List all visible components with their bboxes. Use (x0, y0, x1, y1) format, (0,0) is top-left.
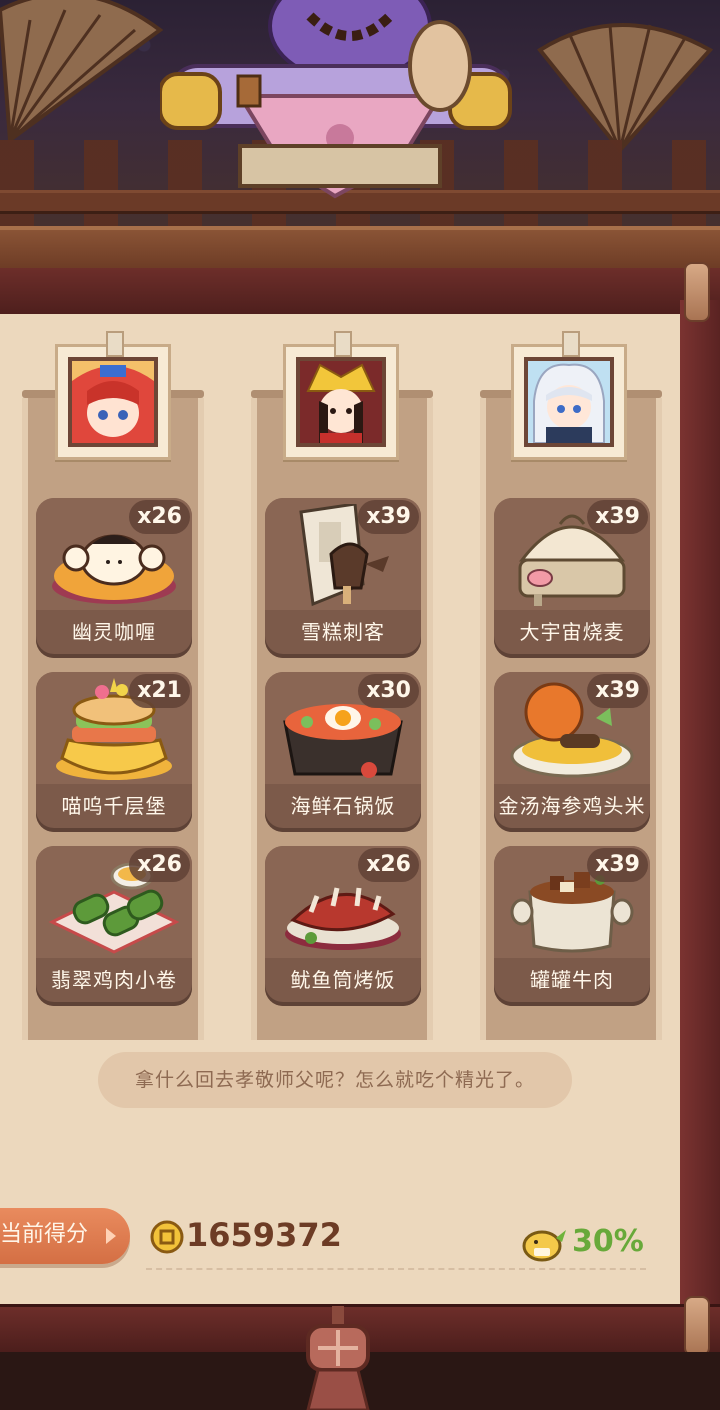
score-label: 当前得分 (0, 1222, 89, 1247)
dish-name: 金汤海参鸡头米 (498, 794, 646, 818)
dish-count-badge: x39 (587, 674, 648, 708)
scroll-knob-bottom (684, 1296, 710, 1356)
dish-card[interactable]: x39 雪糕刺客 (265, 498, 421, 658)
paper-fan-left-icon (0, 0, 164, 144)
scroll-knob-top (684, 262, 710, 322)
score-value: 1659372 (186, 1216, 342, 1254)
chinese-knot-icon (306, 1306, 370, 1410)
dish-card[interactable]: x26 鱿鱼筒烤饭 (265, 846, 421, 1006)
dashed-divider (146, 1268, 646, 1270)
dish-card[interactable]: x39 大宇宙烧麦 (494, 498, 650, 658)
gold-coin-icon (150, 1220, 184, 1254)
dish-name: 雪糕刺客 (301, 620, 385, 644)
scroll-right-edge (680, 300, 720, 1310)
portrait-frame-1[interactable] (55, 331, 171, 460)
bonus-chick-icon (522, 1230, 566, 1262)
dish-name: 幽灵咖喱 (72, 620, 156, 644)
dish-count-badge: x26 (129, 500, 190, 534)
bonus-percentage: 30% (572, 1224, 644, 1259)
golden-crown-lady-portrait-icon (296, 357, 386, 447)
scene-background (0, 0, 720, 268)
dish-card[interactable]: x21 喵呜千层堡 (36, 672, 192, 832)
dish-count-badge: x39 (358, 500, 419, 534)
current-score-tab[interactable]: 当前得分 (0, 1208, 130, 1264)
dish-card[interactable]: x30 海鲜石锅饭 (265, 672, 421, 832)
dish-name: 翡翠鸡肉小卷 (51, 968, 177, 992)
tape (334, 331, 352, 357)
tape (562, 331, 580, 357)
white-haired-boy-portrait-icon (524, 357, 614, 447)
dish-name: 鱿鱼筒烤饭 (290, 968, 396, 992)
comment-message: 拿什么回去孝敬师父呢？怎么就吃个精光了。 (98, 1052, 572, 1108)
dish-name: 罐罐牛肉 (530, 968, 614, 992)
portrait-frame-2[interactable] (283, 331, 399, 460)
dish-name: 海鲜石锅饭 (290, 794, 396, 818)
dish-name: 大宇宙烧麦 (519, 620, 625, 644)
arrow-right-icon (106, 1228, 116, 1244)
dish-count-badge: x39 (587, 500, 648, 534)
dish-count-badge: x30 (358, 674, 419, 708)
dish-count-badge: x26 (358, 848, 419, 882)
dish-card[interactable]: x26 幽灵咖喱 (36, 498, 192, 658)
dish-count-badge: x39 (587, 848, 648, 882)
throne-scene-icon (160, 0, 512, 199)
wooden-shelf (0, 226, 720, 268)
dish-count-badge: x21 (129, 674, 190, 708)
scroll-top-rod (0, 268, 720, 317)
red-haired-girl-portrait-icon (68, 357, 158, 447)
dish-card[interactable]: x39 罐罐牛肉 (494, 846, 650, 1006)
portrait-frame-3[interactable] (511, 331, 627, 460)
dish-card[interactable]: x26 翡翠鸡肉小卷 (36, 846, 192, 1006)
tape (106, 331, 124, 357)
dish-card[interactable]: x39 金汤海参鸡头米 (494, 672, 650, 832)
dish-count-badge: x26 (129, 848, 190, 882)
dish-name: 喵呜千层堡 (61, 794, 167, 818)
